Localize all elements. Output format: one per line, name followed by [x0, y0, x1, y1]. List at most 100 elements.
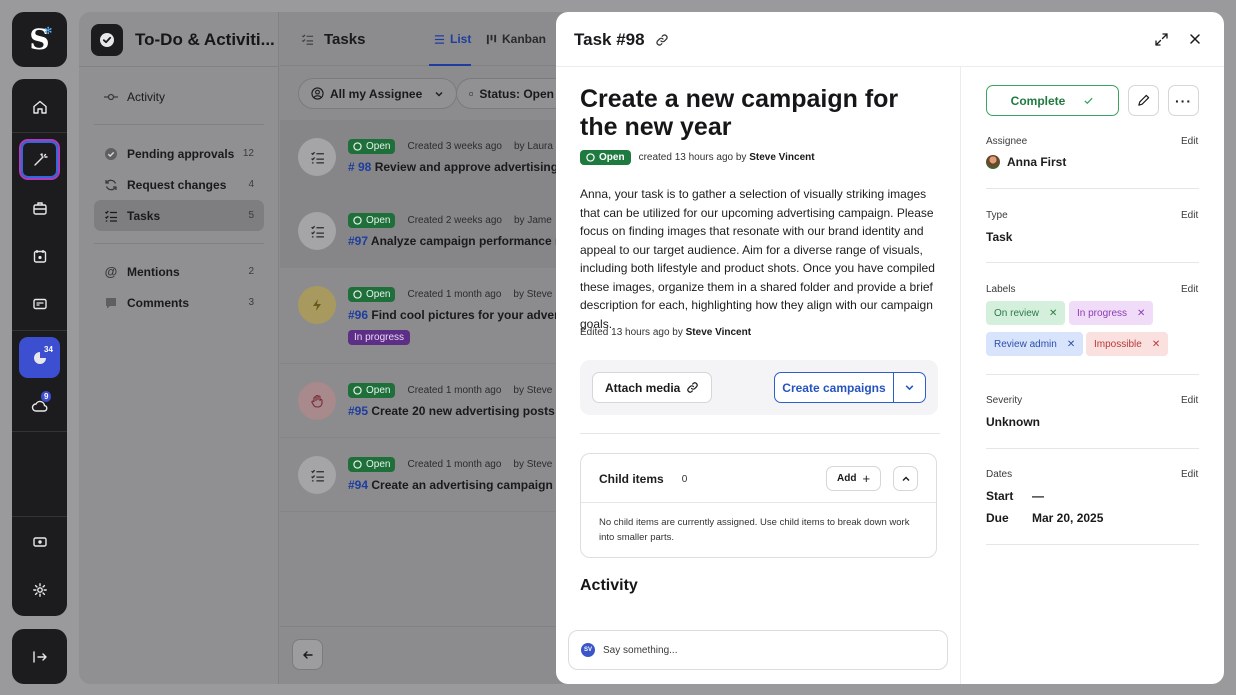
home-icon[interactable]: [19, 86, 60, 127]
table-row[interactable]: Open Created 1 month ago by Steve #96 Find…: [280, 268, 580, 364]
circle-icon: [469, 91, 474, 96]
row-created: Created 2 weeks ago: [407, 215, 502, 226]
row-title: #94 Create an advertising campaign: [348, 478, 553, 492]
label-tag[interactable]: In progress ✕: [1069, 301, 1154, 325]
child-items-card: Child items 0 Add + No child items are c…: [580, 453, 937, 558]
logout-icon: [32, 650, 47, 663]
child-items-count: 0: [681, 473, 688, 485]
table-row[interactable]: Open Created 3 weeks ago by Laura # 98 Rev…: [280, 120, 580, 194]
workspace-logo[interactable]: S ✻: [12, 12, 67, 67]
filter-label: Status: Open: [479, 86, 554, 101]
start-value: —: [1032, 489, 1044, 503]
avatar: SV: [581, 643, 595, 657]
edit-dates-link[interactable]: Edit: [1181, 469, 1198, 480]
comment-input[interactable]: SV Say something...: [568, 630, 948, 670]
status-badge: Open: [348, 457, 396, 472]
assignee-filter[interactable]: All my Assignee: [298, 78, 458, 109]
back-button[interactable]: [292, 639, 323, 670]
labels-label: Labels: [986, 284, 1016, 295]
calendar-star-icon[interactable]: [19, 235, 60, 276]
edit-assignee-link[interactable]: Edit: [1181, 136, 1198, 147]
row-author: by Steve: [513, 289, 553, 300]
chevron-down-icon[interactable]: [894, 373, 925, 402]
sidebar-item-label: Tasks: [127, 208, 161, 223]
status-label: In progress: [348, 330, 411, 345]
status-filter[interactable]: Status: Open: [456, 78, 566, 109]
money-icon[interactable]: [19, 521, 60, 562]
comment-icon: [104, 296, 118, 310]
sidebar-item-comments[interactable]: Comments 3: [94, 287, 264, 318]
sidebar-item-mentions[interactable]: @ Mentions 2: [94, 256, 264, 287]
edit-labels-link[interactable]: Edit: [1181, 284, 1198, 295]
table-row[interactable]: Open Created 1 month ago by Steve #95 Crea…: [280, 364, 580, 438]
edit-type-link[interactable]: Edit: [1181, 210, 1198, 221]
label-tag[interactable]: Review admin ✕: [986, 332, 1084, 356]
cloud-badge: 9: [41, 391, 52, 402]
edit-button[interactable]: [1128, 85, 1159, 116]
link-icon[interactable]: [655, 33, 669, 47]
user-circle-icon: [311, 87, 324, 100]
row-created: Created 1 month ago: [407, 289, 502, 300]
avatar: [986, 155, 1000, 169]
arrow-left-icon: [302, 650, 313, 659]
close-icon: ✕: [1151, 338, 1161, 350]
due-value: Mar 20, 2025: [1032, 511, 1104, 525]
card-icon[interactable]: [19, 283, 60, 324]
more-button[interactable]: ···: [1168, 85, 1199, 116]
check-icon: [1084, 97, 1093, 105]
task-modal: Task #98 Create a new campaign for the n…: [556, 12, 1224, 684]
active-tab-indicator: [429, 64, 471, 66]
type-value: Task: [986, 230, 1013, 244]
sidebar-item-activity[interactable]: Activity: [94, 81, 264, 112]
comment-placeholder: Say something...: [603, 644, 678, 656]
row-title: #97 Analyze campaign performance me: [348, 234, 573, 248]
plus-icon: +: [862, 471, 871, 486]
assignee-label: Assignee: [986, 136, 1028, 147]
app-title: To-Do & Activiti...: [135, 30, 275, 49]
briefcase-icon[interactable]: [19, 187, 60, 228]
start-label: Start: [986, 489, 1014, 503]
modal-title: Task #98: [574, 30, 645, 49]
table-row[interactable]: Open Created 2 weeks ago by Jame #97 Analy…: [280, 194, 580, 268]
sidebar-item-pending-approvals[interactable]: Pending approvals 12: [94, 138, 264, 169]
task-description: Anna, your task is to gather a selection…: [580, 187, 935, 331]
task-content: Create a new campaign for the new year O…: [556, 67, 961, 684]
create-campaigns-button[interactable]: Create campaigns: [775, 373, 894, 402]
activity-icon: [104, 90, 118, 104]
chevron-up-icon: [902, 476, 909, 481]
task-list-icon: [298, 138, 336, 176]
sidebar-item-request-changes[interactable]: Request changes 4: [94, 169, 264, 200]
sidebar-item-count: 2: [248, 266, 254, 277]
app-rail: 34 9: [12, 79, 67, 616]
magic-wand-icon[interactable]: [19, 139, 60, 180]
tab-list[interactable]: List: [434, 32, 471, 46]
sidebar-item-label: Comments: [127, 295, 190, 310]
edit-severity-link[interactable]: Edit: [1181, 395, 1198, 406]
add-child-button[interactable]: Add +: [826, 466, 882, 491]
severity-label: Severity: [986, 395, 1023, 406]
sidebar-item-count: 5: [248, 210, 254, 221]
label-tag[interactable]: On review ✕: [986, 301, 1066, 325]
settings-icon[interactable]: [19, 569, 60, 610]
attach-media-button[interactable]: Attach media: [592, 372, 713, 403]
expand-icon[interactable]: [1154, 32, 1169, 47]
label-tag[interactable]: Impossible ✕: [1086, 332, 1169, 356]
analytics-icon[interactable]: 34: [19, 337, 60, 378]
chevron-down-icon: [435, 91, 443, 96]
sidebar-item-label: Request changes: [127, 177, 227, 192]
tab-kanban[interactable]: Kanban: [486, 32, 546, 46]
pencil-icon: [1138, 94, 1150, 106]
cloud-icon[interactable]: 9: [19, 385, 60, 426]
complete-button[interactable]: Complete: [986, 85, 1119, 116]
task-title: Create a new campaign for the new year: [580, 85, 899, 141]
close-icon[interactable]: [1188, 32, 1202, 46]
sidebar-item-tasks[interactable]: Tasks 5: [94, 200, 264, 231]
sidebar-item-count: 3: [248, 297, 254, 308]
collapse-button[interactable]: [893, 466, 918, 491]
status-badge: Open: [580, 150, 631, 165]
sidebar-item-label: Activity: [127, 89, 166, 104]
table-row[interactable]: Open Created 1 month ago by Steve #94 Crea…: [280, 438, 580, 512]
logout-button[interactable]: [12, 629, 67, 684]
app-icon: [91, 24, 123, 56]
task-list-icon: [301, 34, 314, 45]
